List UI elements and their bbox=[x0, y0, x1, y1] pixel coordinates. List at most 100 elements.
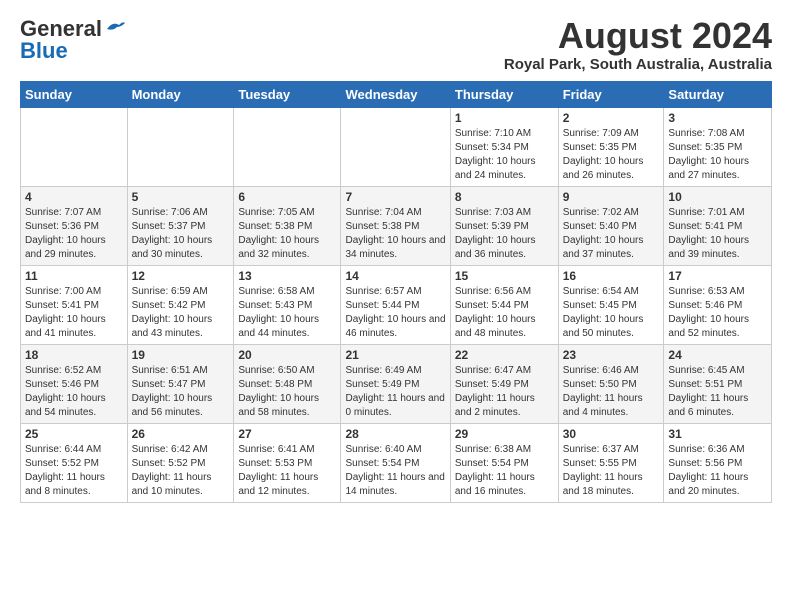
day-info: Sunrise: 6:52 AMSunset: 5:46 PMDaylight:… bbox=[25, 364, 123, 420]
location: Royal Park, South Australia, Australia bbox=[504, 56, 772, 73]
calendar-cell: 15Sunrise: 6:56 AMSunset: 5:44 PMDayligh… bbox=[450, 265, 558, 344]
day-info: Sunrise: 6:47 AMSunset: 5:49 PMDaylight:… bbox=[455, 364, 554, 420]
day-info: Sunrise: 7:00 AMSunset: 5:41 PMDaylight:… bbox=[25, 285, 123, 341]
day-info: Sunrise: 6:38 AMSunset: 5:54 PMDaylight:… bbox=[455, 443, 554, 499]
weekday-header-thursday: Thursday bbox=[450, 81, 558, 107]
day-info: Sunrise: 6:58 AMSunset: 5:43 PMDaylight:… bbox=[238, 285, 336, 341]
calendar-week-row: 4 Sunrise: 7:07 AMSunset: 5:36 PMDaylight… bbox=[21, 186, 772, 265]
calendar-cell: 26 Sunrise: 6:42 AMSunset: 5:52 PMDayligh… bbox=[127, 423, 234, 502]
day-number: 3 bbox=[668, 111, 767, 125]
day-number: 7 bbox=[345, 190, 445, 204]
calendar-week-row: 1 Sunrise: 7:10 AMSunset: 5:34 PMDaylight… bbox=[21, 107, 772, 186]
calendar-cell: 27Sunrise: 6:41 AMSunset: 5:53 PMDayligh… bbox=[234, 423, 341, 502]
day-number: 1 bbox=[455, 111, 554, 125]
calendar-cell: 21 Sunrise: 6:49 AMSunset: 5:49 PMDayligh… bbox=[341, 344, 450, 423]
calendar-cell: 4 Sunrise: 7:07 AMSunset: 5:36 PMDaylight… bbox=[21, 186, 128, 265]
day-info: Sunrise: 7:06 AMSunset: 5:37 PMDaylight:… bbox=[132, 206, 230, 262]
calendar-cell: 14 Sunrise: 6:57 AMSunset: 5:44 PMDayligh… bbox=[341, 265, 450, 344]
calendar-cell: 19 Sunrise: 6:51 AMSunset: 5:47 PMDayligh… bbox=[127, 344, 234, 423]
day-info: Sunrise: 7:10 AMSunset: 5:34 PMDaylight:… bbox=[455, 127, 554, 183]
day-info: Sunrise: 6:45 AMSunset: 5:51 PMDaylight:… bbox=[668, 364, 767, 420]
calendar-week-row: 11 Sunrise: 7:00 AMSunset: 5:41 PMDayligh… bbox=[21, 265, 772, 344]
day-info: Sunrise: 6:44 AMSunset: 5:52 PMDaylight:… bbox=[25, 443, 123, 499]
day-info: Sunrise: 6:36 AMSunset: 5:56 PMDaylight:… bbox=[668, 443, 767, 499]
calendar-cell: 31Sunrise: 6:36 AMSunset: 5:56 PMDayligh… bbox=[664, 423, 772, 502]
day-info: Sunrise: 6:54 AMSunset: 5:45 PMDaylight:… bbox=[563, 285, 660, 341]
calendar-cell: 28 Sunrise: 6:40 AMSunset: 5:54 PMDayligh… bbox=[341, 423, 450, 502]
day-number: 15 bbox=[455, 269, 554, 283]
day-number: 13 bbox=[238, 269, 336, 283]
calendar-cell: 11 Sunrise: 7:00 AMSunset: 5:41 PMDayligh… bbox=[21, 265, 128, 344]
page-header: General Blue August 2024 Royal Park, Sou… bbox=[20, 16, 772, 73]
calendar-cell: 20 Sunrise: 6:50 AMSunset: 5:48 PMDayligh… bbox=[234, 344, 341, 423]
day-info: Sunrise: 6:41 AMSunset: 5:53 PMDaylight:… bbox=[238, 443, 336, 499]
day-info: Sunrise: 6:57 AMSunset: 5:44 PMDaylight:… bbox=[345, 285, 445, 341]
day-number: 25 bbox=[25, 427, 123, 441]
day-number: 8 bbox=[455, 190, 554, 204]
calendar-cell: 1 Sunrise: 7:10 AMSunset: 5:34 PMDaylight… bbox=[450, 107, 558, 186]
day-number: 28 bbox=[345, 427, 445, 441]
day-number: 12 bbox=[132, 269, 230, 283]
day-info: Sunrise: 6:42 AMSunset: 5:52 PMDaylight:… bbox=[132, 443, 230, 499]
weekday-header-wednesday: Wednesday bbox=[341, 81, 450, 107]
calendar-cell bbox=[234, 107, 341, 186]
day-number: 24 bbox=[668, 348, 767, 362]
calendar-cell bbox=[21, 107, 128, 186]
day-number: 2 bbox=[563, 111, 660, 125]
calendar-cell: 25 Sunrise: 6:44 AMSunset: 5:52 PMDayligh… bbox=[21, 423, 128, 502]
day-number: 18 bbox=[25, 348, 123, 362]
calendar-cell: 7 Sunrise: 7:04 AMSunset: 5:38 PMDaylight… bbox=[341, 186, 450, 265]
day-number: 23 bbox=[563, 348, 660, 362]
day-number: 29 bbox=[455, 427, 554, 441]
calendar-table: SundayMondayTuesdayWednesdayThursdayFrid… bbox=[20, 81, 772, 503]
day-number: 10 bbox=[668, 190, 767, 204]
day-info: Sunrise: 7:05 AMSunset: 5:38 PMDaylight:… bbox=[238, 206, 336, 262]
day-info: Sunrise: 7:01 AMSunset: 5:41 PMDaylight:… bbox=[668, 206, 767, 262]
calendar-cell: 22 Sunrise: 6:47 AMSunset: 5:49 PMDayligh… bbox=[450, 344, 558, 423]
day-number: 4 bbox=[25, 190, 123, 204]
calendar-cell bbox=[341, 107, 450, 186]
day-number: 20 bbox=[238, 348, 336, 362]
day-number: 11 bbox=[25, 269, 123, 283]
calendar-week-row: 25 Sunrise: 6:44 AMSunset: 5:52 PMDayligh… bbox=[21, 423, 772, 502]
day-info: Sunrise: 6:51 AMSunset: 5:47 PMDaylight:… bbox=[132, 364, 230, 420]
day-number: 21 bbox=[345, 348, 445, 362]
month-title: August 2024 bbox=[504, 16, 772, 56]
day-info: Sunrise: 6:59 AMSunset: 5:42 PMDaylight:… bbox=[132, 285, 230, 341]
calendar-cell: 13 Sunrise: 6:58 AMSunset: 5:43 PMDayligh… bbox=[234, 265, 341, 344]
weekday-header-monday: Monday bbox=[127, 81, 234, 107]
day-info: Sunrise: 7:07 AMSunset: 5:36 PMDaylight:… bbox=[25, 206, 123, 262]
day-number: 16 bbox=[563, 269, 660, 283]
day-info: Sunrise: 6:46 AMSunset: 5:50 PMDaylight:… bbox=[563, 364, 660, 420]
title-block: August 2024 Royal Park, South Australia,… bbox=[504, 16, 772, 73]
calendar-cell: 29 Sunrise: 6:38 AMSunset: 5:54 PMDayligh… bbox=[450, 423, 558, 502]
calendar-cell: 18 Sunrise: 6:52 AMSunset: 5:46 PMDayligh… bbox=[21, 344, 128, 423]
day-number: 6 bbox=[238, 190, 336, 204]
day-number: 14 bbox=[345, 269, 445, 283]
day-info: Sunrise: 6:49 AMSunset: 5:49 PMDaylight:… bbox=[345, 364, 445, 420]
day-info: Sunrise: 6:50 AMSunset: 5:48 PMDaylight:… bbox=[238, 364, 336, 420]
day-number: 17 bbox=[668, 269, 767, 283]
calendar-cell: 12 Sunrise: 6:59 AMSunset: 5:42 PMDayligh… bbox=[127, 265, 234, 344]
weekday-header-row: SundayMondayTuesdayWednesdayThursdayFrid… bbox=[21, 81, 772, 107]
day-info: Sunrise: 6:40 AMSunset: 5:54 PMDaylight:… bbox=[345, 443, 445, 499]
logo-bird-icon bbox=[105, 19, 127, 37]
day-info: Sunrise: 7:04 AMSunset: 5:38 PMDaylight:… bbox=[345, 206, 445, 262]
calendar-cell: 5Sunrise: 7:06 AMSunset: 5:37 PMDaylight… bbox=[127, 186, 234, 265]
day-number: 26 bbox=[132, 427, 230, 441]
weekday-header-tuesday: Tuesday bbox=[234, 81, 341, 107]
day-number: 9 bbox=[563, 190, 660, 204]
weekday-header-saturday: Saturday bbox=[664, 81, 772, 107]
calendar-cell: 17 Sunrise: 6:53 AMSunset: 5:46 PMDayligh… bbox=[664, 265, 772, 344]
day-number: 22 bbox=[455, 348, 554, 362]
day-info: Sunrise: 7:03 AMSunset: 5:39 PMDaylight:… bbox=[455, 206, 554, 262]
day-info: Sunrise: 6:53 AMSunset: 5:46 PMDaylight:… bbox=[668, 285, 767, 341]
day-info: Sunrise: 7:09 AMSunset: 5:35 PMDaylight:… bbox=[563, 127, 660, 183]
day-info: Sunrise: 7:08 AMSunset: 5:35 PMDaylight:… bbox=[668, 127, 767, 183]
calendar-cell: 16 Sunrise: 6:54 AMSunset: 5:45 PMDayligh… bbox=[558, 265, 664, 344]
calendar-cell: 8 Sunrise: 7:03 AMSunset: 5:39 PMDaylight… bbox=[450, 186, 558, 265]
weekday-header-sunday: Sunday bbox=[21, 81, 128, 107]
calendar-cell: 2 Sunrise: 7:09 AMSunset: 5:35 PMDaylight… bbox=[558, 107, 664, 186]
day-number: 19 bbox=[132, 348, 230, 362]
calendar-cell: 30Sunrise: 6:37 AMSunset: 5:55 PMDayligh… bbox=[558, 423, 664, 502]
